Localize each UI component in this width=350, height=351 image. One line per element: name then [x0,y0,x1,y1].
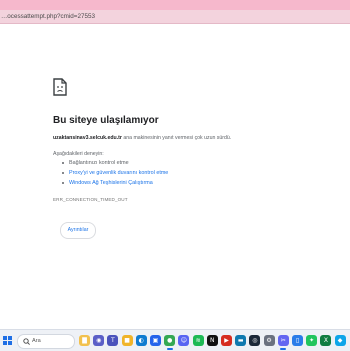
error-code: ERR_CONNECTION_TIMED_OUT [53,197,128,202]
sad-document-icon [53,78,67,96]
taskbar-search[interactable]: Ara [17,334,75,349]
store-icon[interactable]: ▣ [150,335,161,346]
chrome-icon[interactable]: ● [164,335,176,346]
title-bar [0,0,350,10]
error-host: uzaktansinav3.selcuk.edu.tr [53,135,122,141]
teams-icon[interactable]: T [107,335,119,346]
widgets-icon[interactable]: ◉ [93,335,105,346]
app-green-icon[interactable]: ✦ [306,335,318,346]
suggestion-run-diagnostics-link[interactable]: Windows Ağ Teşhislerini Çalıştırma [53,178,168,188]
suggestion-list: Bağlantınızı kontrol etme Proxy'yi ve gü… [53,158,168,188]
address-bar[interactable]: …ocessattempt.php?cmid=27553 [0,10,350,24]
search-label: Ara [32,338,41,344]
suggestion-check-proxy-link[interactable]: Proxy'yi ve güvenlik duvarını kontrol et… [53,168,168,178]
discord-icon[interactable]: ☺ [178,335,190,346]
error-description-text: ana makinesinin yanıt vermesi çok uzun s… [121,135,232,141]
spotify-icon[interactable]: ≋ [192,335,204,346]
media-icon[interactable]: ▶ [221,335,232,346]
suggestion-check-connection: Bağlantınızı kontrol etme [53,158,168,168]
prime-video-icon[interactable]: ▬ [235,335,247,346]
netflix-icon[interactable]: N [206,335,218,346]
error-title: Bu siteye ulaşılamıyor [53,115,159,126]
excel-icon[interactable]: X [320,335,332,346]
taskbar: Ara ▇ ◉ T ■ ◐ ▣ ● ☺ ≋ N ▶ ▬ ◎ ⚙ ✂ ▯ ✦ X ◆ [0,329,350,351]
edge-icon[interactable]: ◐ [135,335,147,346]
search-icon [23,338,30,345]
try-label: Aşağıdakileri deneyin: [53,151,104,157]
phone-link-icon[interactable]: ▯ [292,335,303,346]
folder-icon[interactable]: ■ [121,335,133,346]
url-text[interactable]: …ocessattempt.php?cmid=27553 [1,11,95,22]
windows-start-icon[interactable] [3,336,12,345]
file-explorer-icon[interactable]: ▇ [79,335,90,346]
app-last-icon[interactable]: ◆ [334,335,346,346]
error-description: uzaktansinav3.selcuk.edu.tr ana makinesi… [53,135,231,141]
details-button[interactable]: Ayrıntılar [60,222,96,239]
steam-icon[interactable]: ◎ [249,335,261,346]
settings-icon[interactable]: ⚙ [263,335,275,346]
snipping-icon[interactable]: ✂ [277,335,289,346]
